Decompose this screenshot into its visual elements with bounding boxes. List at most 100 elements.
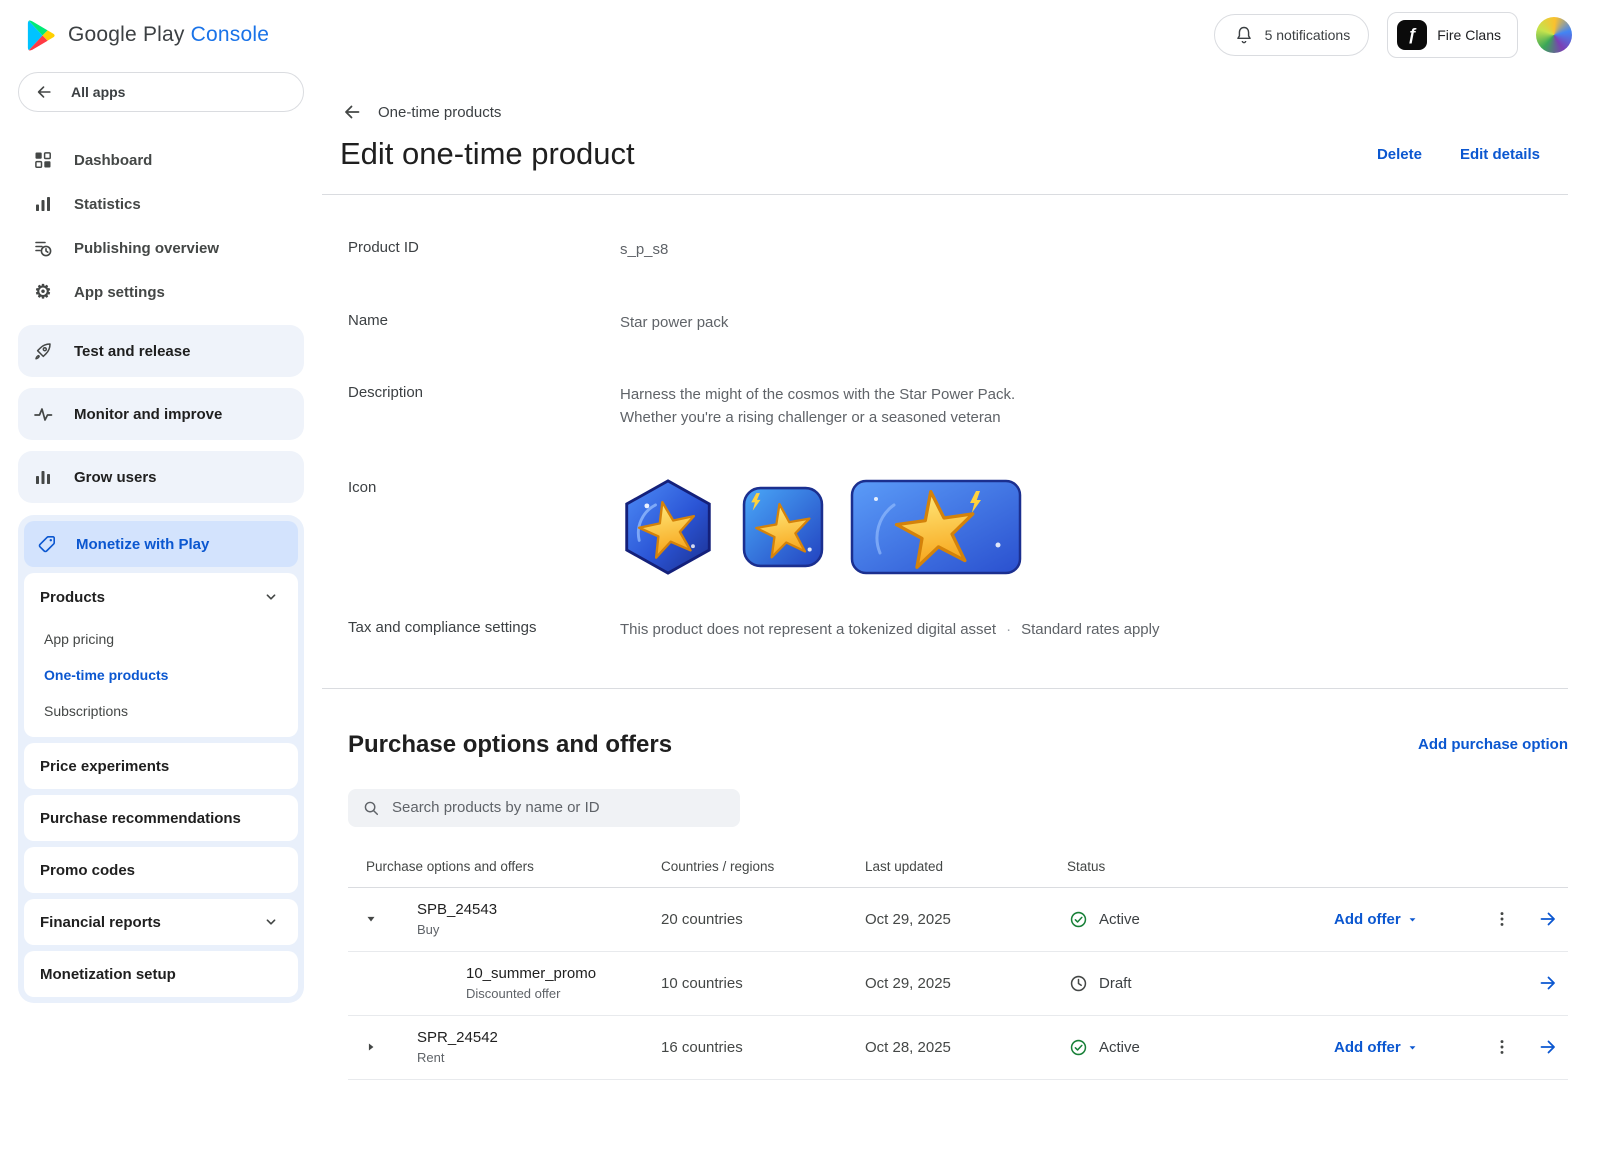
brand-text: Google Play Console — [68, 23, 269, 47]
offer-name-cell: 10_summer_promo Discounted offer — [394, 965, 661, 1001]
sidebar-item-label: Monitor and improve — [74, 406, 222, 423]
page-title: Edit one-time product — [340, 136, 635, 172]
add-offer-button[interactable]: Add offer — [1334, 911, 1476, 928]
sidebar-item-purchase-recommendations[interactable]: Purchase recommendations — [24, 795, 298, 841]
title-row: Edit one-time product Delete Edit detail… — [322, 124, 1568, 194]
sidebar-item-financial-reports[interactable]: Financial reports — [24, 899, 298, 945]
tax-text-2: Standard rates apply — [1021, 619, 1159, 642]
caret-down-icon — [364, 912, 378, 926]
arrow-right-icon — [1538, 973, 1558, 993]
delete-button[interactable]: Delete — [1377, 146, 1422, 163]
open-row-button[interactable] — [1528, 909, 1568, 929]
kebab-menu-icon — [1493, 910, 1511, 928]
field-value: This product does not represent a tokeni… — [620, 619, 1568, 642]
draft-clock-icon — [1067, 972, 1089, 994]
field-label: Product ID — [348, 239, 620, 256]
field-product-id: Product ID s_p_s8 — [348, 239, 1568, 262]
edit-details-button[interactable]: Edit details — [1460, 146, 1540, 163]
sidebar-item-monitor-and-improve[interactable]: Monitor and improve — [18, 388, 304, 440]
status-cell: Active — [1067, 1036, 1334, 1058]
collapse-row-button[interactable] — [348, 912, 394, 926]
countries-cell: 20 countries — [661, 911, 865, 928]
sidebar-item-test-and-release[interactable]: Test and release — [18, 325, 304, 377]
add-purchase-option-button[interactable]: Add purchase option — [1418, 736, 1568, 753]
active-check-icon — [1067, 1036, 1089, 1058]
sidebar-item-monetization-setup[interactable]: Monetization setup — [24, 951, 298, 997]
sidebar-item-statistics[interactable]: Statistics — [18, 182, 304, 226]
account-avatar[interactable] — [1536, 17, 1572, 53]
search-input[interactable] — [392, 799, 728, 816]
field-label: Name — [348, 312, 620, 329]
expand-row-button[interactable] — [348, 1040, 394, 1054]
sidebar-item-price-experiments[interactable]: Price experiments — [24, 743, 298, 789]
purchase-option-name-cell: SPB_24543 Buy — [394, 901, 661, 937]
sidebar: All apps Dashboard Statistics Publishing… — [0, 70, 322, 1160]
row-menu-button[interactable] — [1476, 1038, 1528, 1056]
statistics-icon — [32, 193, 54, 215]
play-logo-icon — [26, 19, 56, 52]
all-apps-button[interactable]: All apps — [18, 72, 304, 112]
sidebar-item-subscriptions[interactable]: Subscriptions — [24, 693, 298, 729]
sidebar-item-label: Publishing overview — [74, 240, 219, 257]
field-value: s_p_s8 — [620, 239, 1568, 262]
rocket-icon — [32, 340, 54, 362]
sidebar-item-app-pricing[interactable]: App pricing — [24, 621, 298, 657]
table-header-row: Purchase options and offers Countries / … — [348, 859, 1568, 888]
countries-cell: 10 countries — [661, 975, 865, 992]
google-play-console-logo[interactable]: Google Play Console — [26, 19, 269, 52]
purchase-option-id: SPR_24542 — [417, 1029, 661, 1046]
open-row-button[interactable] — [1528, 973, 1568, 993]
field-icon: Icon — [348, 479, 1568, 575]
sidebar-item-one-time-products[interactable]: One-time products — [24, 657, 298, 693]
dot-separator: · — [1006, 619, 1011, 642]
sidebar-item-promo-codes[interactable]: Promo codes — [24, 847, 298, 893]
star-square-badge — [742, 486, 824, 568]
field-tax-compliance: Tax and compliance settings This product… — [348, 619, 1568, 642]
last-updated-cell: Oct 29, 2025 — [865, 975, 1067, 992]
top-bar-right: 5 notifications ƒ Fire Clans — [1214, 12, 1572, 58]
purchase-options-section: Purchase options and offers Add purchase… — [322, 731, 1568, 1120]
open-row-button[interactable] — [1528, 1037, 1568, 1057]
product-icon-badges — [620, 479, 1568, 575]
purchase-option-name-cell: SPR_24542 Rent — [394, 1029, 661, 1065]
last-updated-cell: Oct 28, 2025 — [865, 1039, 1067, 1056]
star-banner-badge — [850, 479, 1022, 575]
fire-clans-app-icon: ƒ — [1397, 20, 1427, 50]
sidebar-item-dashboard[interactable]: Dashboard — [18, 138, 304, 182]
purchase-options-table: Purchase options and offers Countries / … — [348, 859, 1568, 1080]
products-group-toggle[interactable]: Products — [24, 573, 298, 621]
notifications-label: 5 notifications — [1265, 27, 1351, 43]
publishing-overview-icon — [32, 237, 54, 259]
tax-text-1: This product does not represent a tokeni… — [620, 619, 996, 642]
main-content: One-time products Edit one-time product … — [322, 70, 1600, 1160]
column-header: Status — [1067, 859, 1334, 874]
sidebar-item-app-settings[interactable]: ⚙ App settings — [18, 270, 304, 314]
sidebar-item-grow-users[interactable]: Grow users — [18, 451, 304, 503]
sidebar-item-monetize-with-play[interactable]: Monetize with Play — [24, 521, 298, 567]
chevron-down-icon — [260, 586, 282, 608]
brand-console: Console — [191, 23, 269, 46]
add-offer-button[interactable]: Add offer — [1334, 1039, 1476, 1056]
offer-type: Discounted offer — [466, 986, 661, 1001]
pulse-icon — [32, 403, 54, 425]
breadcrumb-row: One-time products — [322, 100, 1568, 124]
breadcrumb[interactable]: One-time products — [378, 104, 501, 121]
offer-id: 10_summer_promo — [466, 965, 661, 982]
breadcrumb-back-button[interactable] — [340, 100, 364, 124]
section-title: Purchase options and offers — [348, 731, 672, 759]
caret-down-icon — [1406, 1041, 1419, 1054]
notifications-button[interactable]: 5 notifications — [1214, 14, 1370, 56]
search-box[interactable] — [348, 789, 740, 827]
sidebar-item-publishing-overview[interactable]: Publishing overview — [18, 226, 304, 270]
app-switcher-button[interactable]: ƒ Fire Clans — [1387, 12, 1518, 58]
price-tag-icon — [36, 533, 58, 555]
field-description: Description Harness the might of the cos… — [348, 384, 1568, 429]
search-icon — [360, 797, 382, 819]
dashboard-icon — [32, 149, 54, 171]
description-line-1: Harness the might of the cosmos with the… — [620, 384, 1568, 407]
purchase-option-id: SPB_24543 — [417, 901, 661, 918]
row-menu-button[interactable] — [1476, 910, 1528, 928]
products-group: Products App pricing One-time products S… — [24, 573, 298, 737]
status-badge: Active — [1099, 1039, 1140, 1056]
description-line-2: Whether you're a rising challenger or a … — [620, 407, 1568, 430]
